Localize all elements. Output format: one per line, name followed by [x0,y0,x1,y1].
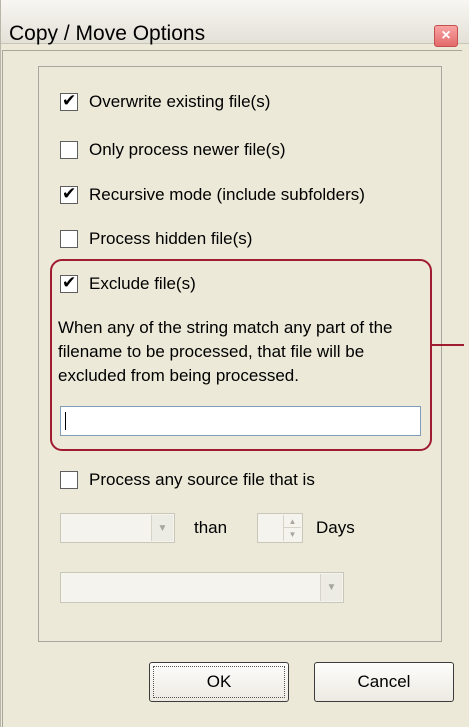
title-bar: Copy / Move Options × [1,0,469,47]
copy-move-options-dialog: Copy / Move Options × ✔ Overwrite existi… [0,0,469,727]
date-type-dropdown[interactable]: ▼ [60,572,344,603]
only-newer-option[interactable]: Only process newer file(s) [60,138,286,162]
process-source-age-checkbox[interactable] [60,471,78,489]
process-source-age-label: Process any source file that is [89,470,315,489]
ok-button[interactable]: OK [149,662,289,702]
days-label: Days [316,518,355,537]
recursive-mode-label: Recursive mode (include subfolders) [89,185,365,204]
check-icon: ✔ [62,273,77,292]
exclude-files-checkbox[interactable]: ✔ [60,273,78,293]
spin-buttons: ▲ ▼ [283,515,301,541]
overwrite-existing-checkbox[interactable]: ✔ [60,91,78,111]
process-hidden-checkbox[interactable] [60,230,78,248]
recursive-mode-option[interactable]: ✔ Recursive mode (include subfolders) [60,183,365,207]
than-label: than [194,518,228,537]
annotation-pointer-line [432,344,464,346]
overwrite-existing-label: Overwrite existing file(s) [89,92,271,111]
process-hidden-option[interactable]: Process hidden file(s) [60,227,252,251]
cancel-button[interactable]: Cancel [314,662,454,702]
spin-down-icon[interactable]: ▼ [284,528,301,541]
close-icon: × [441,27,451,44]
chevron-down-icon[interactable]: ▼ [320,574,342,601]
process-source-age-option[interactable]: Process any source file that is [60,468,315,492]
exclude-files-option[interactable]: ✔ Exclude file(s) [60,272,196,296]
check-icon: ✔ [62,184,77,203]
exclude-description: When any of the string match any part of… [58,318,393,385]
text-caret [65,412,66,430]
exclude-pattern-input[interactable] [60,406,421,436]
spin-up-icon[interactable]: ▲ [284,515,301,528]
exclude-files-label: Exclude file(s) [89,274,196,293]
days-spinbox[interactable]: ▲ ▼ [257,513,303,543]
only-newer-checkbox[interactable] [60,141,78,159]
check-icon: ✔ [62,91,77,110]
age-comparison-dropdown[interactable]: ▼ [60,513,175,543]
close-button[interactable]: × [434,25,458,47]
only-newer-label: Only process newer file(s) [89,140,286,159]
recursive-mode-checkbox[interactable]: ✔ [60,184,78,204]
window-title: Copy / Move Options [9,22,206,45]
overwrite-existing-option[interactable]: ✔ Overwrite existing file(s) [60,90,270,114]
chevron-down-icon[interactable]: ▼ [151,515,173,541]
process-hidden-label: Process hidden file(s) [89,229,253,248]
